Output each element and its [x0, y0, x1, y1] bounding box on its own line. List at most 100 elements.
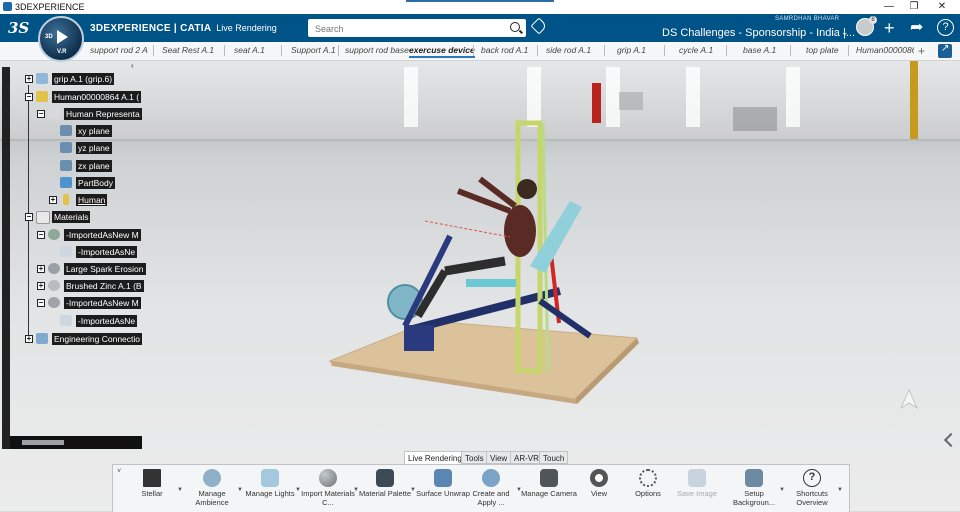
manage-camera-button[interactable]: Manage Camera — [521, 469, 577, 512]
tab-top-plate[interactable]: top plate — [806, 45, 839, 55]
maximize-view-icon[interactable] — [938, 43, 952, 58]
dropdown-arrow-icon[interactable]: ▼ — [177, 487, 183, 493]
tab-tools[interactable]: Tools — [461, 451, 488, 464]
manage-ambience-button[interactable]: Manage Ambience ▼ — [184, 469, 243, 512]
chevron-down-icon[interactable]: ⌄ — [841, 27, 849, 38]
expand-toggle[interactable]: + — [37, 265, 45, 273]
partbody-icon — [60, 177, 72, 188]
add-tab-icon[interactable]: + — [918, 44, 925, 58]
tab-base[interactable]: base A.1 — [743, 45, 776, 55]
palette-icon — [376, 469, 394, 487]
collab-space-label[interactable]: DS Challenges - Sponsorship - India |... — [662, 27, 855, 39]
lights-icon — [261, 469, 279, 487]
tab-support[interactable]: Support A.1 — [291, 45, 336, 55]
globe-icon — [203, 469, 221, 487]
add-icon[interactable]: + — [884, 19, 895, 37]
tree-node-label: Human Representa — [64, 108, 142, 120]
human-icon — [36, 91, 48, 102]
share-icon[interactable]: ➦ — [910, 19, 923, 37]
options-button[interactable]: Options — [620, 469, 676, 512]
material-icon — [48, 263, 60, 274]
tab-back-rod[interactable]: back rod A.1 — [481, 45, 528, 55]
tab-seat-rest[interactable]: Seat Rest A.1 — [162, 45, 214, 55]
tree-node-label: Engineering Connectio — [52, 333, 143, 345]
scroll-thumb[interactable] — [22, 440, 64, 445]
tab-view[interactable]: View — [486, 451, 512, 464]
button-label: Material Palette — [358, 489, 412, 498]
search-icon[interactable] — [510, 22, 520, 32]
ds-logo-icon[interactable]: 3S — [8, 19, 29, 37]
expand-toggle[interactable]: + — [25, 335, 33, 343]
dropdown-arrow-icon[interactable]: ▼ — [837, 487, 843, 493]
tab-side-rod[interactable]: side rod A.1 — [546, 45, 591, 55]
unwrap-icon — [434, 469, 452, 487]
gear-icon — [639, 469, 657, 487]
shelf-cart — [619, 92, 643, 110]
3d-viewport[interactable] — [0, 61, 960, 511]
tab-divider — [281, 45, 282, 56]
search-input[interactable] — [313, 20, 507, 38]
tab-divider — [604, 45, 605, 56]
collapse-ribbon-icon[interactable]: ˅ — [117, 468, 121, 475]
tab-grip[interactable]: grip A.1 — [617, 45, 646, 55]
material-palette-button[interactable]: Material Palette ▼ — [357, 469, 416, 512]
expand-toggle[interactable]: − — [37, 110, 45, 118]
tab-divider — [224, 45, 225, 56]
axis-triad-icon[interactable] — [898, 389, 920, 411]
tree-node-label: yz plane — [76, 142, 112, 154]
avatar[interactable]: 8 — [856, 16, 877, 36]
tree-connector — [28, 85, 29, 335]
save-image-button[interactable]: Save Image — [669, 469, 725, 512]
tab-seat[interactable]: seat A.1 — [234, 45, 265, 55]
tab-divider — [338, 45, 339, 56]
expand-toggle[interactable]: − — [37, 231, 45, 239]
expand-toggle[interactable]: + — [37, 282, 45, 290]
shortcuts-overview-button[interactable]: ? Shortcuts Overview ▼ — [784, 469, 843, 512]
expand-toggle[interactable]: − — [25, 213, 33, 221]
tree-collapse-icon[interactable]: ‹ — [131, 61, 134, 70]
tab-ar-vr[interactable]: AR-VR — [510, 451, 543, 464]
tab-human[interactable]: Human00000864 — [856, 45, 914, 55]
search-box[interactable] — [308, 19, 526, 38]
compass-widget[interactable]: 3D V.R — [38, 16, 84, 62]
tag-icon[interactable] — [530, 17, 548, 35]
setup-background-icon — [745, 469, 763, 487]
create-and-apply-button[interactable]: Create and Apply ... ▼ — [463, 469, 522, 512]
tab-cycle[interactable]: cycle A.1 — [679, 45, 713, 55]
import-materials-button[interactable]: Import Materials C... ▼ — [300, 469, 359, 512]
create-apply-icon — [482, 469, 500, 487]
setup-background-button[interactable]: Setup Backgroun... ▼ — [726, 469, 785, 512]
expand-toggle[interactable]: − — [25, 93, 33, 101]
tab-exercuse-device[interactable]: exercuse device — [409, 45, 475, 58]
tree-node-label: Human — [76, 194, 108, 206]
human-head — [517, 179, 537, 199]
tree-node-label: Human00000864 A.1 ( — [52, 91, 142, 103]
expand-toggle[interactable]: − — [37, 299, 45, 307]
plane-icon — [60, 125, 72, 136]
button-label: Shortcuts Overview — [796, 489, 828, 507]
stellar-button[interactable]: Stellar ▼ — [124, 469, 183, 512]
tab-support-rod-base[interactable]: support rod base — [345, 45, 409, 55]
tree-node-label: zx plane — [76, 160, 112, 172]
expand-toggle[interactable]: + — [25, 75, 33, 83]
clapperboard-icon — [143, 469, 161, 487]
play-icon — [57, 30, 68, 44]
close-button[interactable]: ✕ — [931, 1, 953, 13]
help-icon[interactable]: ? — [937, 19, 954, 36]
applied-material-icon — [60, 246, 72, 257]
tab-support-rod-2[interactable]: support rod 2 A — [90, 45, 148, 55]
expand-toggle[interactable]: + — [49, 196, 57, 204]
tab-live-rendering[interactable]: Live Rendering — [404, 451, 466, 464]
manage-lights-button[interactable]: Manage Lights ▼ — [242, 469, 301, 512]
restore-button[interactable]: ❐ — [903, 1, 925, 13]
tree-node-label: grip A.1 (grip.6) — [52, 73, 115, 85]
view-button[interactable]: View — [571, 469, 627, 512]
tab-divider — [153, 45, 154, 56]
scene-svg — [328, 92, 777, 404]
representation-icon — [48, 108, 60, 119]
minimize-button[interactable]: — — [878, 1, 900, 13]
progress-bar — [406, 0, 554, 2]
tree-node-label: -ImportedAsNew M — [64, 229, 141, 241]
tree-horizontal-scrollbar[interactable] — [10, 436, 142, 449]
tab-touch[interactable]: Touch — [539, 451, 569, 464]
